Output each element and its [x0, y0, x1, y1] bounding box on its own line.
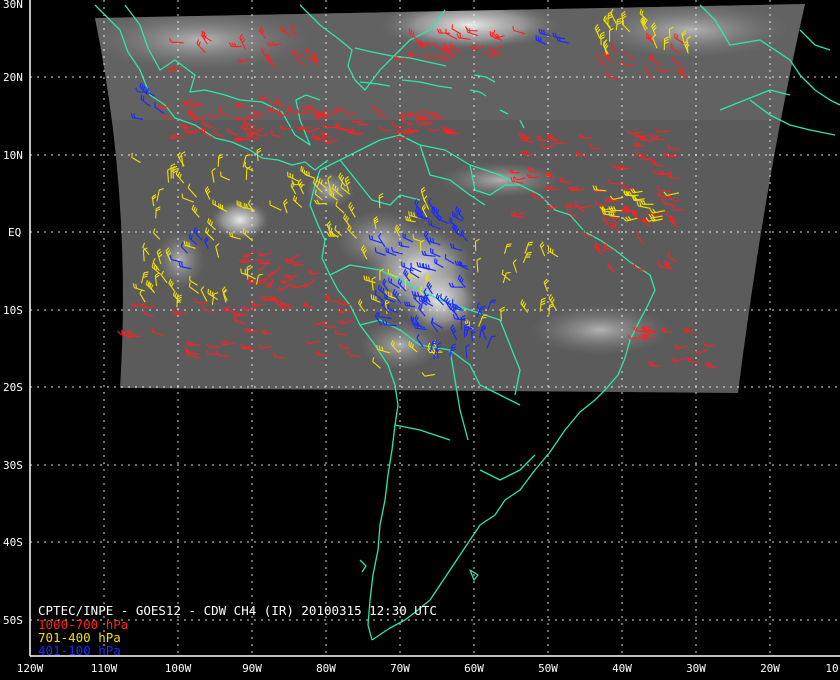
lon-label-90w: 90W — [242, 662, 262, 675]
lat-label-30n: 30N — [3, 0, 23, 11]
lat-label-10s: 10S — [3, 304, 23, 317]
lat-label-10n: 10N — [3, 149, 23, 162]
lon-label-70w: 70W — [390, 662, 410, 675]
lat-label-50s: 50S — [3, 614, 23, 627]
satellite-wind-map: 30N 20N 10N EQ 10S 20S 30S 40S 50S 120W … — [0, 0, 840, 680]
legend-high: 401-100 hPa — [38, 643, 121, 658]
lat-label-30s: 30S — [3, 459, 23, 472]
lon-label-110w: 110W — [91, 662, 118, 675]
lat-label-20s: 20S — [3, 381, 23, 394]
lon-label-80w: 80W — [316, 662, 336, 675]
lon-label-120w: 120W — [17, 662, 44, 675]
lat-label-eq: EQ — [8, 226, 21, 239]
lon-label-50w: 50W — [538, 662, 558, 675]
lon-label-20w: 20W — [760, 662, 780, 675]
lon-label-30w: 30W — [686, 662, 706, 675]
satellite-image — [95, 4, 805, 393]
lon-label-10: 10 — [825, 662, 838, 675]
lon-label-100w: 100W — [165, 662, 192, 675]
lon-label-40w: 40W — [612, 662, 632, 675]
lat-label-40s: 40S — [3, 536, 23, 549]
lat-label-20n: 20N — [3, 71, 23, 84]
lon-label-60w: 60W — [464, 662, 484, 675]
map-title: CPTEC/INPE - GOES12 - CDW CH4 (IR) 20100… — [38, 603, 437, 618]
